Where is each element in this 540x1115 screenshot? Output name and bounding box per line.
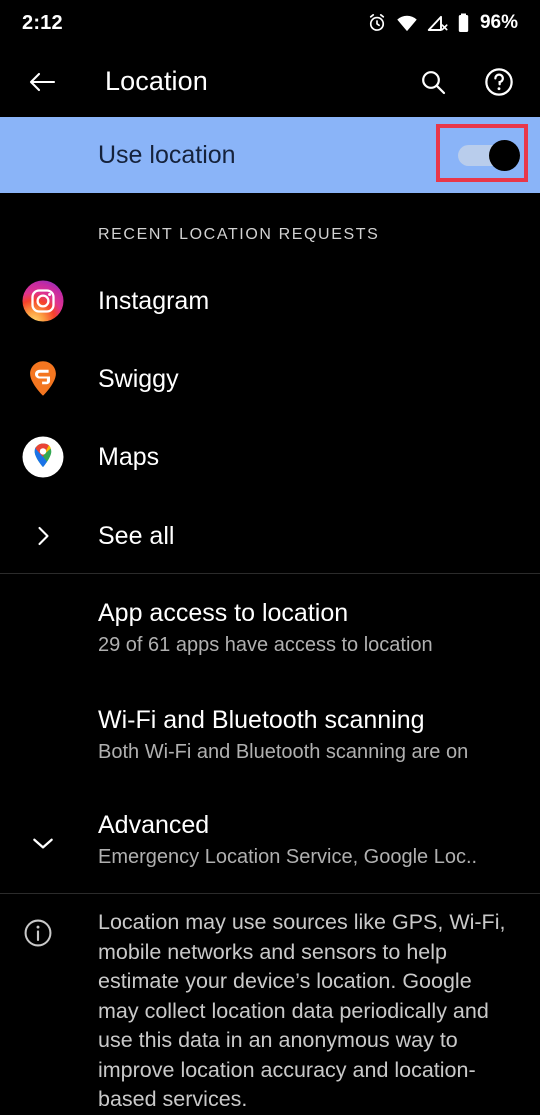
list-item-swiggy[interactable]: Swiggy xyxy=(0,348,540,410)
search-icon xyxy=(422,70,446,94)
cellular-no-signal-icon xyxy=(427,14,448,32)
back-button[interactable] xyxy=(20,60,64,104)
list-item-maps[interactable]: Maps xyxy=(0,426,540,488)
app-access-to-location-row[interactable]: App access to location 29 of 61 apps hav… xyxy=(98,598,528,658)
chevron-down-icon[interactable] xyxy=(22,822,64,864)
recent-requests-header: RECENT LOCATION REQUESTS xyxy=(98,226,380,243)
see-all-row[interactable]: See all xyxy=(0,505,540,567)
toggle-switch-on[interactable] xyxy=(458,140,520,171)
location-info-footer: Location may use sources like GPS, Wi-Fi… xyxy=(0,908,540,1115)
alarm-icon xyxy=(367,13,387,33)
help-circle-icon xyxy=(485,67,513,96)
use-location-label: Use location xyxy=(98,140,236,169)
battery-percent: 96% xyxy=(479,12,518,33)
toggle-thumb[interactable] xyxy=(489,140,520,171)
google-maps-icon xyxy=(22,436,64,478)
divider xyxy=(0,893,540,894)
use-location-row[interactable]: Use location xyxy=(0,117,540,193)
list-item-label: Maps xyxy=(98,442,160,471)
setting-title: Advanced xyxy=(98,811,210,839)
setting-title: Wi-Fi and Bluetooth scanning xyxy=(98,706,425,734)
list-item-label: Swiggy xyxy=(98,364,179,393)
help-button[interactable] xyxy=(476,59,522,105)
page-title: Location xyxy=(105,66,208,96)
list-item-instagram[interactable]: Instagram xyxy=(0,270,540,332)
chevron-right-icon xyxy=(22,515,64,557)
instagram-icon xyxy=(22,280,64,322)
footer-text: Location may use sources like GPS, Wi-Fi… xyxy=(98,910,506,1111)
wifi-bluetooth-scanning-row[interactable]: Wi-Fi and Bluetooth scanning Both Wi-Fi … xyxy=(98,705,528,765)
setting-subtitle: Both Wi-Fi and Bluetooth scanning are on xyxy=(98,741,469,763)
divider xyxy=(0,573,540,574)
see-all-label: See all xyxy=(98,521,175,550)
status-icons: 96% xyxy=(367,12,518,34)
advanced-row[interactable]: Advanced Emergency Location Service, Goo… xyxy=(98,810,528,870)
battery-icon xyxy=(457,13,470,33)
use-location-toggle[interactable] xyxy=(440,132,520,178)
location-settings-screen: 2:12 96% Location Use location RECENT LO… xyxy=(0,0,540,1111)
setting-title: App access to location xyxy=(98,599,349,627)
list-item-label: Instagram xyxy=(98,286,210,315)
app-bar: Location xyxy=(0,46,540,117)
search-button[interactable] xyxy=(410,59,456,105)
setting-subtitle: Emergency Location Service, Google Loc.. xyxy=(98,846,478,868)
status-time: 2:12 xyxy=(22,11,63,34)
wifi-icon xyxy=(396,14,418,32)
info-icon xyxy=(17,912,59,954)
swiggy-icon xyxy=(22,358,64,400)
setting-subtitle: 29 of 61 apps have access to location xyxy=(98,634,433,656)
status-bar: 2:12 96% xyxy=(0,0,540,46)
arrow-back-icon xyxy=(29,72,56,91)
